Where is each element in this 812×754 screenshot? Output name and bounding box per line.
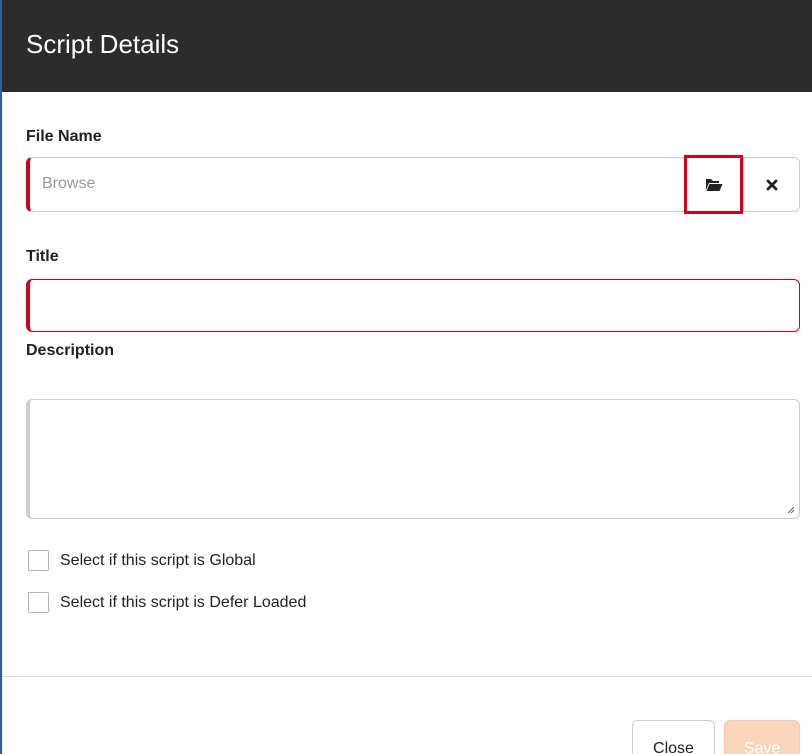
global-option: Select if this script is Global <box>28 550 256 571</box>
title-input[interactable] <box>26 279 800 332</box>
browse-file-button[interactable] <box>684 155 743 214</box>
defer-loaded-checkbox-label[interactable]: Select if this script is Defer Loaded <box>60 594 306 612</box>
dialog-title: Script Details <box>26 28 180 59</box>
file-name-input[interactable]: Browse <box>42 175 95 193</box>
clear-file-button[interactable] <box>743 158 799 211</box>
script-details-dialog: Script Details File Name Browse Title De… <box>0 0 812 754</box>
dialog-header: Script Details <box>2 0 812 92</box>
close-icon <box>766 179 777 190</box>
footer-divider <box>2 676 812 677</box>
file-name-label: File Name <box>26 128 102 145</box>
file-name-input-group: Browse <box>26 155 800 214</box>
title-label: Title <box>26 248 59 265</box>
description-label: Description <box>26 342 115 359</box>
close-button[interactable]: Close <box>632 720 715 754</box>
resize-grip-icon[interactable] <box>785 504 795 514</box>
save-button[interactable]: Save <box>724 720 800 754</box>
defer-loaded-checkbox[interactable] <box>28 592 49 613</box>
global-checkbox-label[interactable]: Select if this script is Global <box>60 552 256 570</box>
description-textarea[interactable] <box>26 399 800 519</box>
folder-open-icon <box>705 178 722 191</box>
defer-loaded-option: Select if this script is Defer Loaded <box>28 592 306 613</box>
global-checkbox[interactable] <box>28 550 49 571</box>
